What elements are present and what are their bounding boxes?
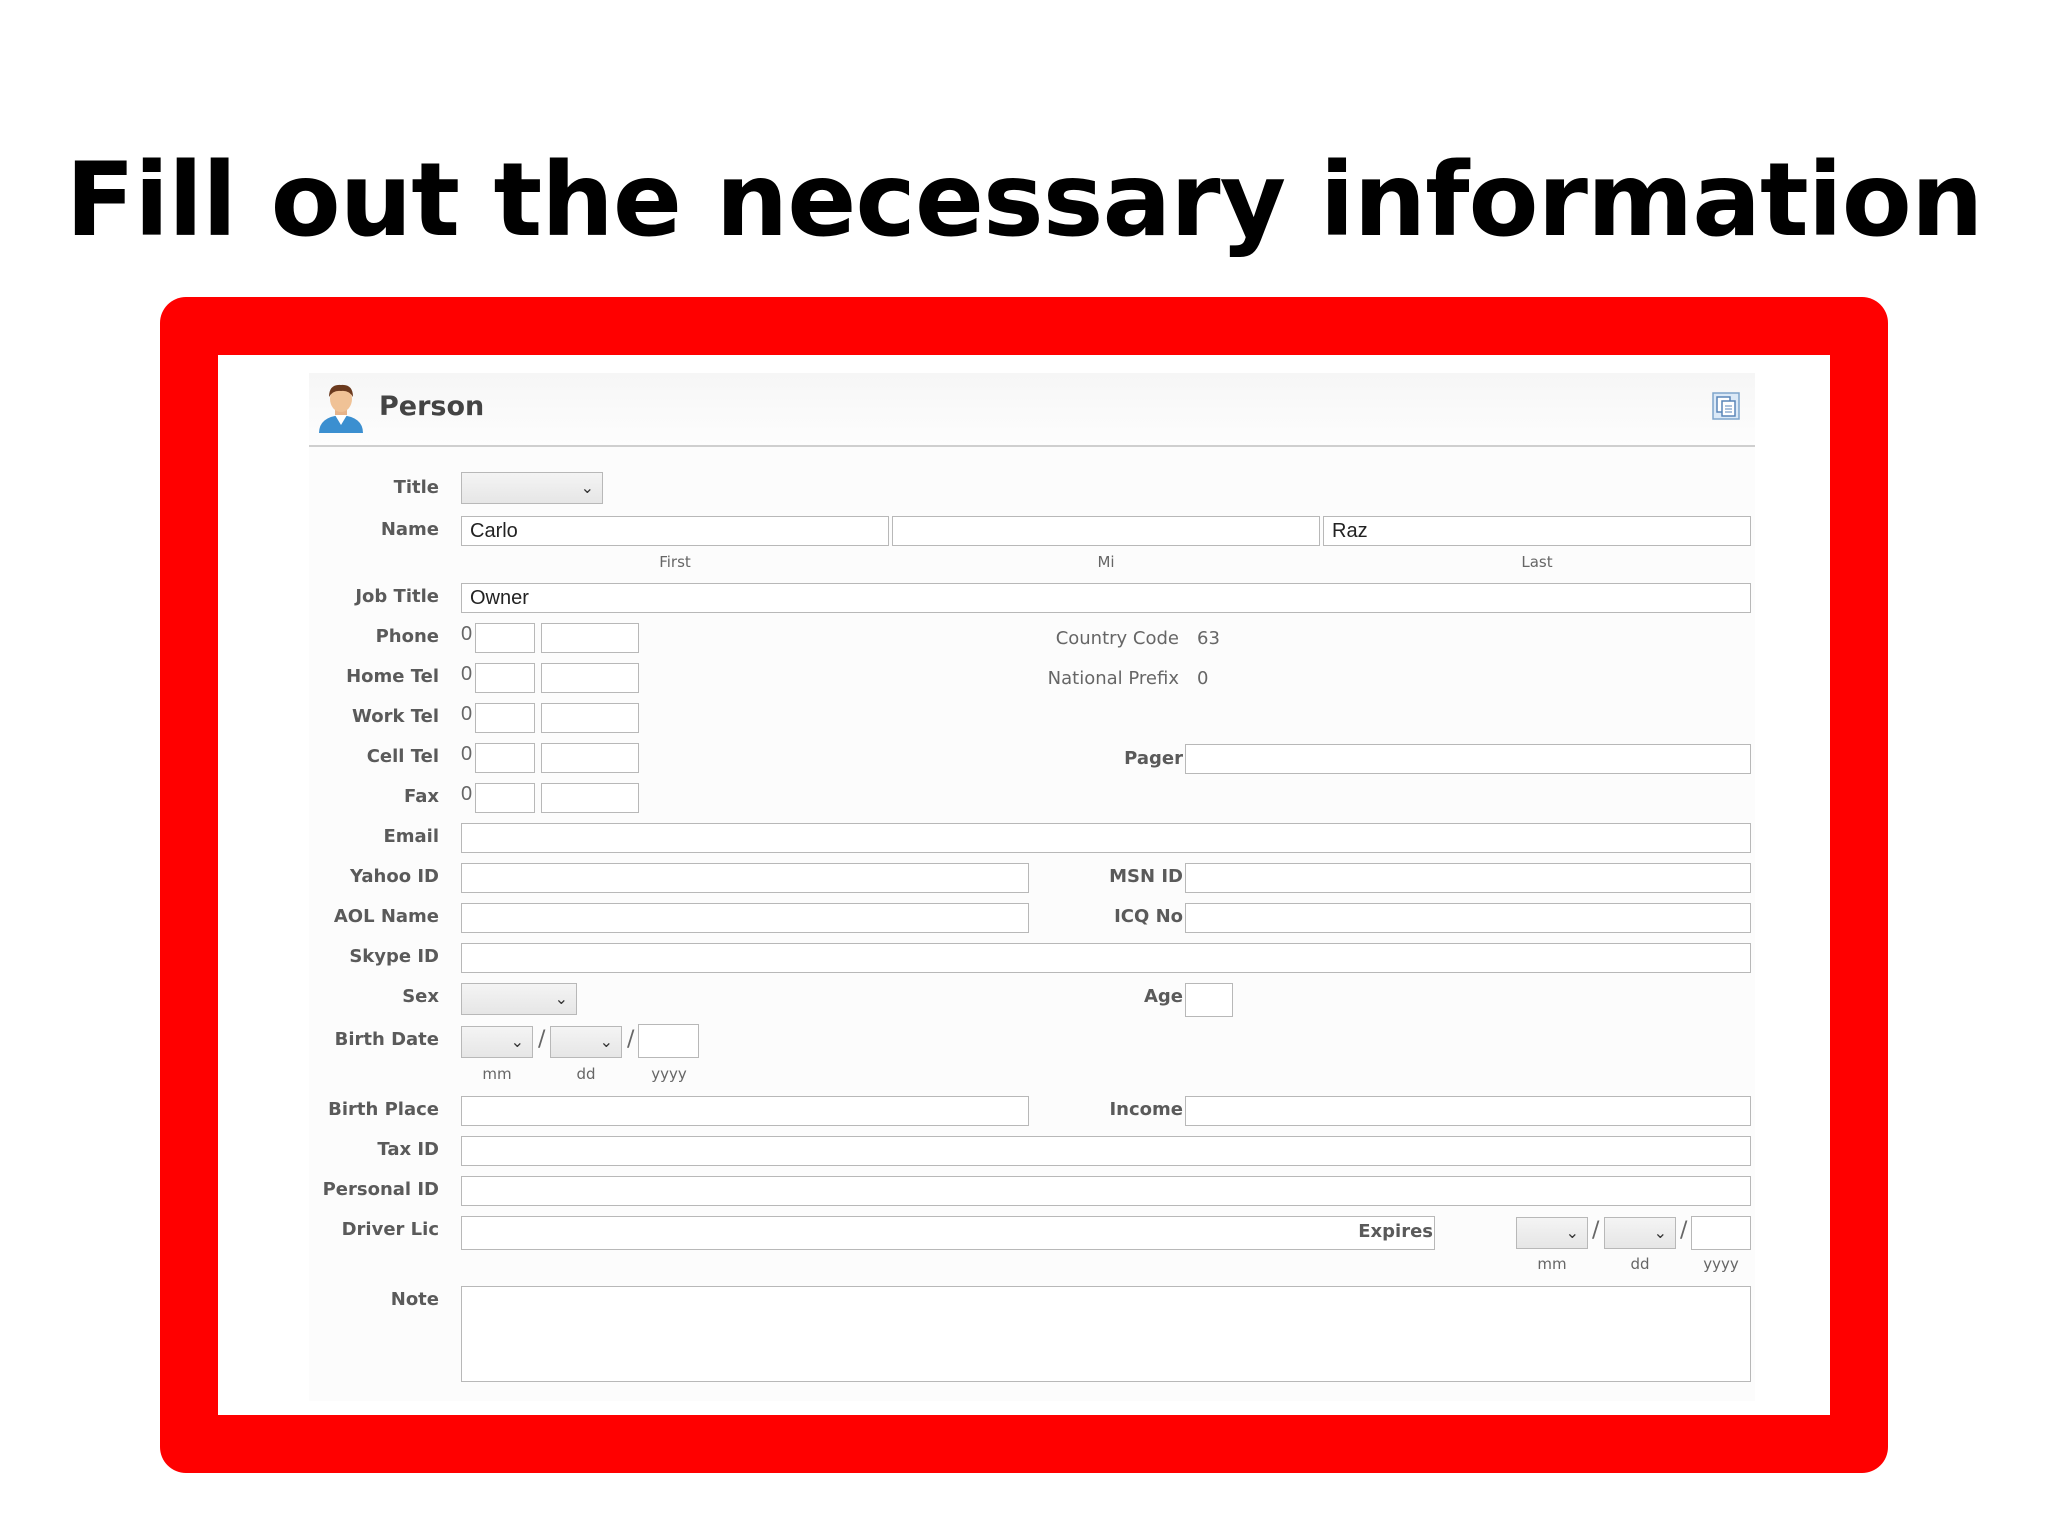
label-phone: Phone <box>375 626 439 647</box>
sublabel-yyyy: yyyy <box>651 1065 687 1083</box>
label-job-title: Job Title <box>355 586 439 607</box>
label-income: Income <box>1109 1099 1183 1120</box>
sublabel-first: First <box>659 553 691 571</box>
sex-select[interactable]: ⌄ <box>461 983 577 1015</box>
label-birth-date: Birth Date <box>334 1029 439 1050</box>
panel-title: Person <box>379 391 485 422</box>
panel-header: Person <box>309 373 1755 447</box>
cell-tel-number-input[interactable] <box>541 743 639 773</box>
fax-prefix: 0 <box>461 783 473 805</box>
tax-id-input[interactable] <box>461 1136 1751 1166</box>
cell-tel-area-input[interactable] <box>475 743 535 773</box>
skype-id-input[interactable] <box>461 943 1751 973</box>
national-prefix-value: 0 <box>1197 668 1209 689</box>
personal-id-input[interactable] <box>461 1176 1751 1206</box>
label-driver-lic: Driver Lic <box>341 1219 439 1240</box>
work-tel-prefix: 0 <box>461 703 473 725</box>
expires-year-input[interactable] <box>1691 1216 1751 1250</box>
home-tel-area-input[interactable] <box>475 663 535 693</box>
label-pager: Pager <box>1124 748 1183 769</box>
sublabel-yyyy: yyyy <box>1703 1255 1739 1273</box>
label-country-code: Country Code <box>1055 628 1179 649</box>
person-form-panel: Person Title ⌄ Name First Mi Last Job Ti… <box>309 373 1755 1401</box>
label-sex: Sex <box>402 986 439 1007</box>
msn-id-input[interactable] <box>1185 863 1751 893</box>
date-separator: / <box>538 1027 546 1052</box>
birth-place-input[interactable] <box>461 1096 1029 1126</box>
middle-initial-input[interactable] <box>892 516 1320 546</box>
label-expires: Expires <box>1358 1221 1433 1242</box>
icq-no-input[interactable] <box>1185 903 1751 933</box>
chevron-down-icon: ⌄ <box>1565 1223 1579 1242</box>
date-separator: / <box>1592 1218 1600 1243</box>
title-select[interactable]: ⌄ <box>461 472 603 504</box>
job-title-input[interactable] <box>461 583 1751 613</box>
home-tel-prefix: 0 <box>461 663 473 685</box>
sublabel-dd: dd <box>576 1065 596 1083</box>
email-input[interactable] <box>461 823 1751 853</box>
sublabel-last: Last <box>1521 553 1553 571</box>
fax-number-input[interactable] <box>541 783 639 813</box>
work-tel-number-input[interactable] <box>541 703 639 733</box>
fax-area-input[interactable] <box>475 783 535 813</box>
chevron-down-icon: ⌄ <box>1653 1223 1667 1242</box>
phone-area-input[interactable] <box>475 623 535 653</box>
label-age: Age <box>1143 986 1183 1007</box>
person-avatar-icon <box>319 384 363 433</box>
cell-tel-prefix: 0 <box>461 743 473 765</box>
label-icq-no: ICQ No <box>1114 906 1183 927</box>
driver-lic-input[interactable] <box>461 1216 1435 1250</box>
last-name-input[interactable] <box>1323 516 1751 546</box>
chevron-down-icon: ⌄ <box>510 1032 524 1051</box>
label-yahoo-id: Yahoo ID <box>350 866 439 887</box>
label-fax: Fax <box>404 786 439 807</box>
label-email: Email <box>383 826 439 847</box>
note-textarea[interactable] <box>461 1286 1751 1382</box>
sublabel-mm: mm <box>482 1065 512 1083</box>
birth-day-select[interactable]: ⌄ <box>550 1026 622 1058</box>
highlight-frame: Person Title ⌄ Name First Mi Last Job Ti… <box>160 297 1888 1473</box>
label-home-tel: Home Tel <box>346 666 439 687</box>
label-cell-tel: Cell Tel <box>366 746 439 767</box>
chevron-down-icon: ⌄ <box>580 478 594 497</box>
birth-year-input[interactable] <box>638 1024 699 1058</box>
country-code-value: 63 <box>1197 628 1220 649</box>
label-note: Note <box>390 1289 439 1310</box>
phone-number-input[interactable] <box>541 623 639 653</box>
birth-month-select[interactable]: ⌄ <box>461 1026 533 1058</box>
label-personal-id: Personal ID <box>322 1179 439 1200</box>
expires-day-select[interactable]: ⌄ <box>1604 1217 1676 1249</box>
income-input[interactable] <box>1185 1096 1751 1126</box>
screenshot-area: Person Title ⌄ Name First Mi Last Job Ti… <box>218 355 1830 1415</box>
date-separator: / <box>627 1027 635 1052</box>
label-birth-place: Birth Place <box>328 1099 439 1120</box>
sublabel-mi: Mi <box>1097 553 1115 571</box>
first-name-input[interactable] <box>461 516 889 546</box>
work-tel-area-input[interactable] <box>475 703 535 733</box>
label-msn-id: MSN ID <box>1109 866 1183 887</box>
home-tel-number-input[interactable] <box>541 663 639 693</box>
label-name: Name <box>380 519 439 540</box>
label-tax-id: Tax ID <box>377 1139 439 1160</box>
pager-input[interactable] <box>1185 744 1751 774</box>
sublabel-dd: dd <box>1630 1255 1650 1273</box>
label-aol-name: AOL Name <box>333 906 439 927</box>
label-work-tel: Work Tel <box>352 706 439 727</box>
chevron-down-icon: ⌄ <box>599 1032 613 1051</box>
yahoo-id-input[interactable] <box>461 863 1029 893</box>
age-input[interactable] <box>1185 983 1233 1017</box>
date-separator: / <box>1680 1218 1688 1243</box>
copy-icon[interactable] <box>1711 391 1741 421</box>
expires-month-select[interactable]: ⌄ <box>1516 1217 1588 1249</box>
aol-name-input[interactable] <box>461 903 1029 933</box>
sublabel-mm: mm <box>1537 1255 1567 1273</box>
slide-title: Fill out the necessary information <box>65 141 1984 260</box>
chevron-down-icon: ⌄ <box>554 989 568 1008</box>
label-national-prefix: National Prefix <box>1047 668 1179 689</box>
label-title: Title <box>393 477 439 498</box>
phone-prefix: 0 <box>461 623 473 645</box>
label-skype-id: Skype ID <box>349 946 439 967</box>
